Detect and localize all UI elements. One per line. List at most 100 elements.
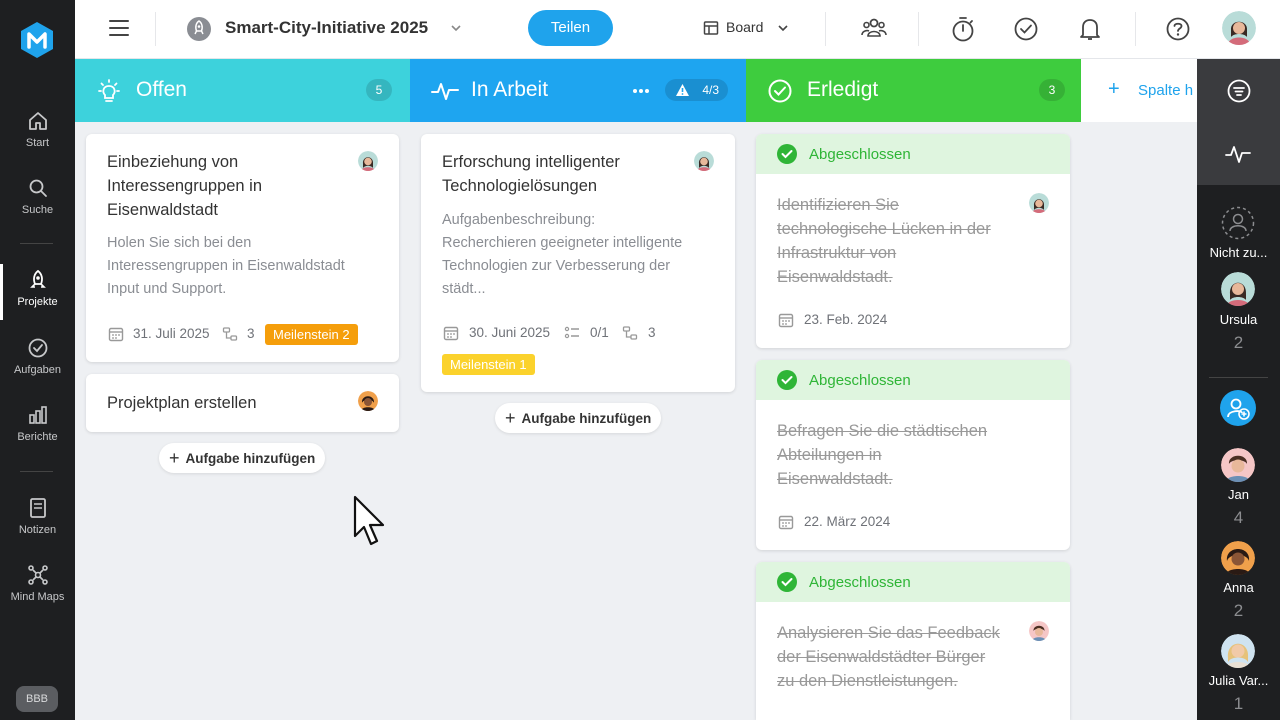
task-description-line: Input und Support.	[107, 281, 227, 297]
board-view-icon	[703, 21, 719, 35]
milestone-badge[interactable]: Meilenstein 1	[442, 354, 535, 375]
add-task-button[interactable]: + Aufgabe hinzufügen	[495, 403, 661, 433]
assignee-avatar[interactable]	[1029, 621, 1049, 641]
completed-status-band: Abgeschlossen	[756, 562, 1070, 602]
nav-reports[interactable]: Berichte	[0, 404, 75, 443]
column-header-erledigt[interactable]: Erledigt 3	[746, 59, 1081, 122]
share-button[interactable]: Teilen	[528, 10, 613, 46]
workspace-badge[interactable]: BBB	[16, 686, 58, 712]
assignee-name[interactable]: Ursula	[1197, 312, 1280, 327]
top-bar: Smart-City-Initiative 2025 Teilen Board	[75, 0, 1280, 59]
nav-mindmaps[interactable]: Mind Maps	[0, 564, 75, 603]
milestone-badge[interactable]: Meilenstein 2	[265, 324, 358, 345]
assignee-avatar[interactable]	[694, 151, 714, 171]
nav-start[interactable]: Start	[0, 110, 75, 149]
project-rocket-icon	[187, 17, 211, 41]
rocket-icon	[29, 269, 46, 288]
check-circle-icon[interactable]	[1013, 16, 1039, 42]
task-title: Identifizieren Sie technologische Lücken…	[777, 193, 991, 289]
assignee-avatar[interactable]	[358, 391, 378, 411]
bell-icon[interactable]	[1078, 16, 1102, 42]
filter-icon[interactable]	[1226, 78, 1252, 104]
app-logo-icon[interactable]	[19, 21, 55, 59]
toolbar-divider	[825, 12, 826, 46]
assignee-avatar[interactable]	[1221, 541, 1255, 575]
search-icon	[29, 179, 47, 197]
user-avatar[interactable]	[1222, 11, 1256, 45]
check-circle-icon	[28, 338, 47, 358]
nav-mindmaps-label: Mind Maps	[10, 591, 65, 603]
task-title-line: Identifizieren Sie	[777, 196, 899, 214]
chevron-down-icon[interactable]	[778, 24, 788, 32]
nav-tasks[interactable]: Aufgaben	[0, 337, 75, 376]
hamburger-menu-icon[interactable]	[108, 18, 130, 38]
nav-search-label: Suche	[21, 204, 54, 216]
team-icon[interactable]	[860, 16, 888, 40]
assignee-avatar[interactable]	[1221, 448, 1255, 482]
column-title: Erledigt	[807, 78, 879, 101]
assignee-avatar[interactable]	[1221, 272, 1255, 306]
task-description-line: Holen Sie sich bei den	[107, 235, 252, 251]
nav-divider	[20, 471, 53, 472]
add-column-label: Spalte h	[1138, 82, 1194, 99]
more-options-icon[interactable]	[632, 88, 650, 94]
task-card-completed[interactable]: Abgeschlossen Befragen Sie die städtisch…	[756, 360, 1070, 550]
assignee-name[interactable]: Julia Var...	[1197, 673, 1280, 688]
panel-divider	[1209, 377, 1268, 378]
add-task-button[interactable]: + Aufgabe hinzufügen	[159, 443, 325, 473]
calendar-icon	[443, 326, 459, 341]
add-user-icon[interactable]	[1220, 390, 1256, 426]
plus-icon: +	[169, 448, 180, 468]
task-title: Projektplan erstellen	[107, 394, 257, 412]
column-count-badge: 5	[366, 79, 392, 101]
column-header-in-arbeit[interactable]: In Arbeit 4/3	[410, 59, 746, 122]
task-title-line: Abteilungen in	[777, 446, 882, 464]
unassigned-user-icon[interactable]	[1221, 206, 1255, 240]
task-description-line: Interessengruppen in Eisenwaldstadt	[107, 258, 345, 274]
task-card-completed[interactable]: Abgeschlossen Identifizieren Sie technol…	[756, 134, 1070, 348]
due-date: 30. Juni 2025	[469, 325, 551, 340]
column-count-badge: 3	[1039, 79, 1065, 101]
task-card-completed[interactable]: Abgeschlossen Analysieren Sie das Feedba…	[756, 562, 1070, 720]
toolbar-divider	[918, 12, 919, 46]
wip-limit-badge: 4/3	[665, 79, 728, 101]
nav-projects[interactable]: Projekte	[0, 269, 75, 308]
checklist-count: 0/1	[590, 325, 609, 340]
project-title[interactable]: Smart-City-Initiative 2025	[225, 18, 428, 38]
chevron-down-icon[interactable]	[451, 24, 461, 32]
assignee-avatar[interactable]	[1029, 193, 1049, 213]
completed-status-label: Abgeschlossen	[809, 146, 911, 163]
assignee-task-count: 1	[1233, 694, 1244, 713]
view-selector[interactable]: Board	[726, 19, 763, 35]
help-icon[interactable]	[1165, 16, 1191, 42]
task-card[interactable]: Erforschung intelligenter Technologielös…	[421, 134, 735, 392]
timer-icon[interactable]	[950, 15, 976, 43]
due-date: 23. Feb. 2024	[804, 312, 888, 327]
assignee-name[interactable]: Nicht zu...	[1197, 245, 1280, 260]
task-card[interactable]: Einbeziehung von Interessengruppen in Ei…	[86, 134, 399, 362]
calendar-icon	[778, 515, 794, 530]
task-title-line: Interessengruppen in	[107, 177, 263, 195]
task-title-line: Einbeziehung von	[107, 153, 239, 171]
task-description-line: Recherchieren geeigneter intelligente	[442, 235, 683, 251]
assignee-avatar[interactable]	[358, 151, 378, 171]
warning-icon	[676, 84, 689, 96]
task-card[interactable]: Projektplan erstellen	[86, 374, 399, 432]
nav-start-label: Start	[25, 137, 50, 149]
nav-search[interactable]: Suche	[0, 177, 75, 216]
assignee-name[interactable]: Anna	[1197, 580, 1280, 595]
assignee-task-count: 2	[1233, 333, 1244, 352]
task-description-line: städt...	[442, 281, 486, 297]
activity-pulse-icon[interactable]	[1225, 144, 1251, 164]
check-filled-icon	[777, 144, 797, 164]
subtasks-icon	[222, 327, 238, 341]
add-column-button[interactable]: + Spalte h	[1081, 59, 1197, 122]
nav-notes[interactable]: Notizen	[0, 497, 75, 536]
checklist-icon	[564, 326, 579, 339]
nav-projects-label: Projekte	[17, 296, 58, 308]
add-task-label: Aufgabe hinzufügen	[185, 451, 316, 466]
column-header-offen[interactable]: Offen 5	[75, 59, 410, 122]
task-title-line: Eisenwaldstadt.	[777, 470, 893, 488]
assignee-avatar[interactable]	[1221, 634, 1255, 668]
assignee-name[interactable]: Jan	[1197, 487, 1280, 502]
